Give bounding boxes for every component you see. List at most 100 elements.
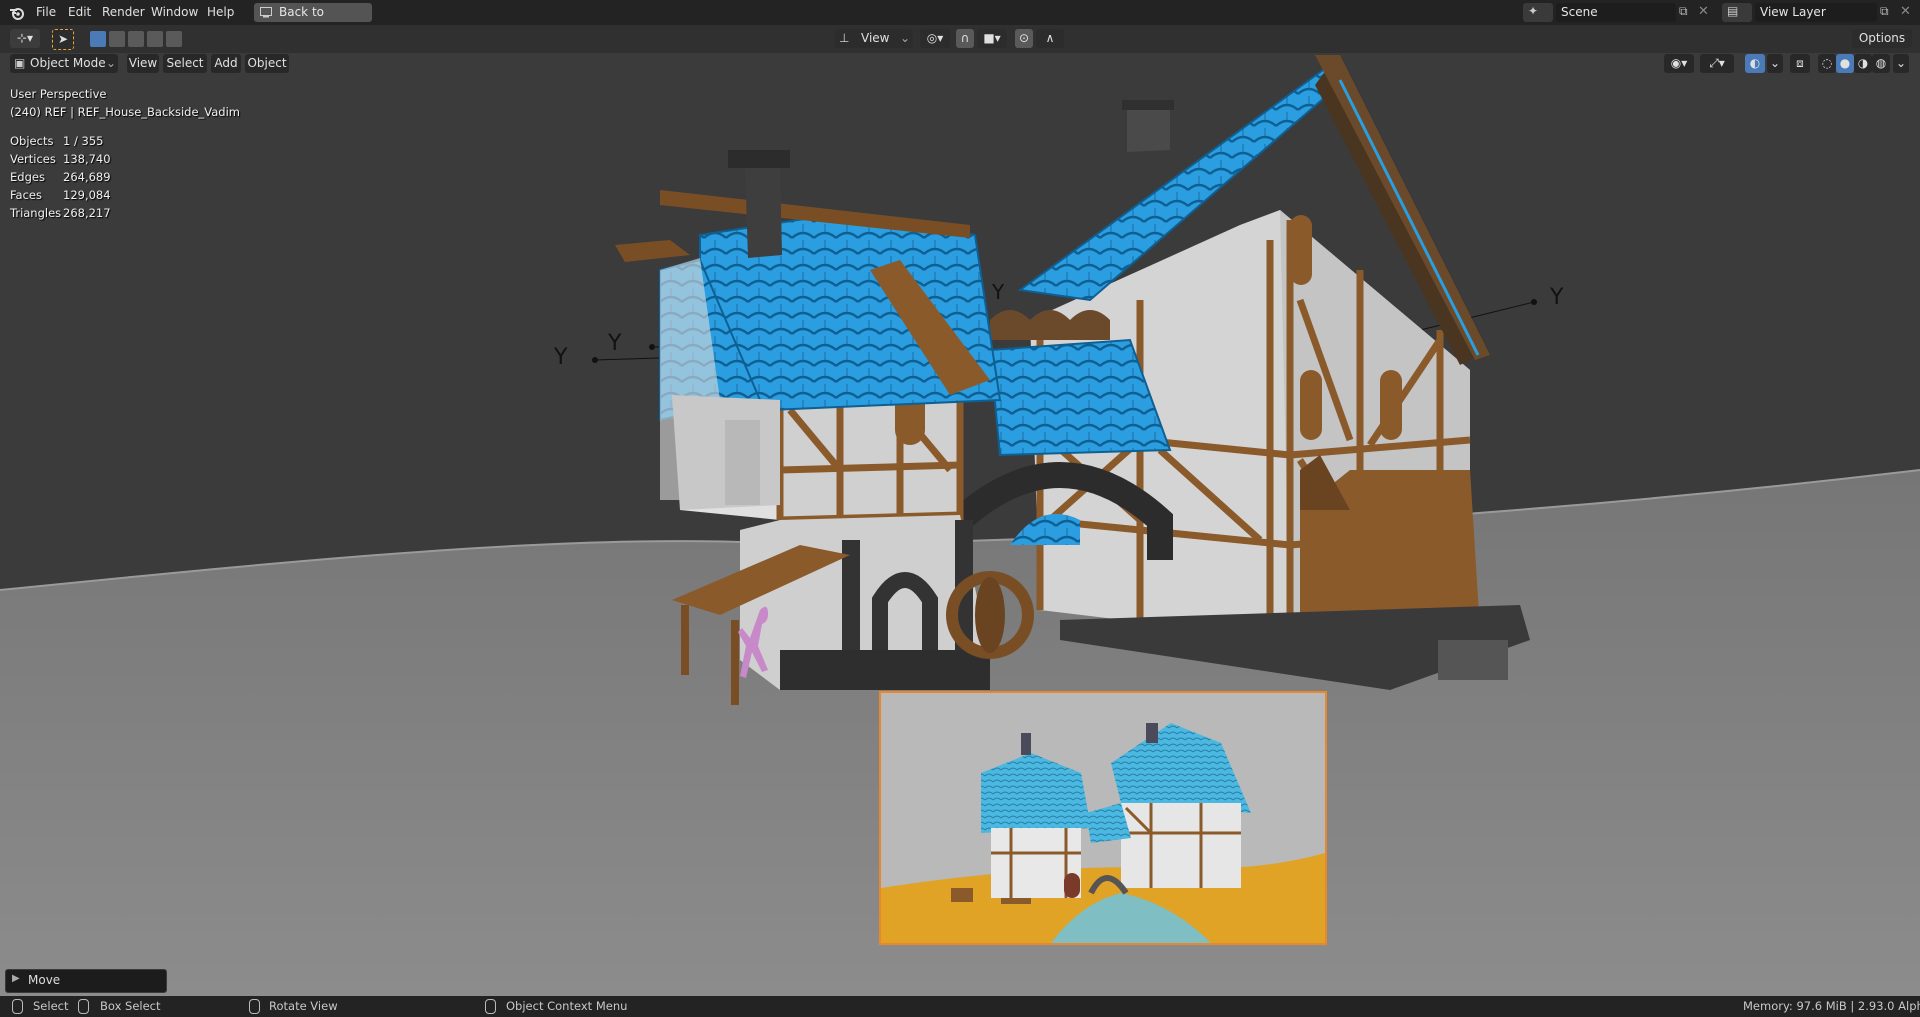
overlays-toggle[interactable]: ◐ [1745, 54, 1765, 73]
scene-name-field[interactable]: Scene [1556, 3, 1676, 22]
view-layer-field[interactable]: View Layer [1755, 3, 1877, 22]
menu-view[interactable]: View [127, 54, 159, 73]
snap-target-dropdown[interactable]: ■▾ [977, 29, 1007, 48]
select-invert-icon[interactable] [147, 31, 163, 47]
visibility-dropdown[interactable]: ◉▾ [1664, 54, 1694, 73]
active-object-label: (240) REF | REF_House_Backside_Vadim [10, 105, 240, 119]
empty-axis-label: Y [1550, 285, 1564, 310]
gizmo-icon: ⤢▾ [1709, 56, 1725, 70]
status-rotate-view: Rotate View [269, 999, 338, 1013]
shading-rendered[interactable]: ◍ [1872, 54, 1890, 73]
select-extend-icon[interactable] [109, 31, 125, 47]
menu-object[interactable]: Object [245, 54, 289, 73]
view-layer-browse-button[interactable]: ▤ [1722, 3, 1752, 22]
magnet-icon: ∩ [960, 31, 970, 45]
xray-icon: ⧈ [1796, 56, 1804, 70]
new-scene-icon[interactable]: ⧉ [1679, 4, 1695, 20]
xray-toggle[interactable]: ⧈ [1790, 54, 1810, 73]
mouse-left-icon [12, 999, 23, 1014]
3d-viewport[interactable]: Y Y Y Y User Perspective (240) REF | REF… [0, 53, 1920, 996]
select-intersect-icon[interactable] [166, 31, 182, 47]
gizmo-dropdown[interactable]: ⤢▾ [1700, 54, 1734, 73]
material-sphere-icon: ◑ [1857, 56, 1869, 70]
menu-window[interactable]: Window [151, 4, 198, 21]
empty-axis-label: Y [554, 345, 568, 370]
shading-material[interactable]: ◑ [1854, 54, 1872, 73]
tool-settings-bar: ⊹▾ ➤ ⊥ View ⌄ ◎▾ ∩ ■▾ ⊙ ∧ Options ⌄ [0, 25, 1920, 64]
object-mode-icon: ▣ [14, 56, 26, 70]
mouse-right-icon [485, 999, 496, 1014]
cursor-icon: ➤ [57, 32, 69, 46]
status-bar: Select Box Select Rotate View Object Con… [0, 996, 1920, 1017]
status-context-menu: Object Context Menu [506, 999, 628, 1013]
shading-solid[interactable]: ● [1836, 54, 1854, 73]
snap-increment-icon: ■▾ [983, 31, 1001, 45]
transform-orientation-dropdown[interactable]: ⊥ View ⌄ [835, 29, 913, 48]
chevron-down-icon: ⌄ [1895, 56, 1907, 70]
snap-toggle[interactable]: ∩ [956, 29, 974, 48]
stat-label: Triangles [10, 206, 62, 220]
mode-value: Object Mode [30, 56, 106, 70]
falloff-dropdown[interactable]: ∧ [1036, 29, 1064, 48]
scene-browse-button[interactable]: ✦ [1523, 3, 1553, 22]
status-select: Select [33, 999, 69, 1013]
stat-value: 1 / 355 [63, 134, 104, 148]
orientation-icon: ⊥ [839, 31, 850, 45]
scene-name-value: Scene [1561, 5, 1598, 19]
axis-icon: ⊹▾ [16, 31, 34, 45]
stat-label: Objects [10, 134, 54, 148]
select-subtract-icon[interactable] [128, 31, 144, 47]
menu-edit[interactable]: Edit [68, 4, 91, 21]
select-new-icon[interactable] [90, 31, 106, 47]
chevron-down-icon: ⌄ [900, 31, 911, 45]
viewport-header: ▣ Object Mode ⌄ View Select Add Object ◉… [0, 53, 1920, 75]
menu-render[interactable]: Render [102, 4, 145, 21]
screen-icon [260, 7, 272, 18]
transform-orientation-value: View [861, 31, 890, 45]
new-layer-icon[interactable]: ⧉ [1880, 4, 1889, 19]
empty-axis-label: Y [608, 331, 622, 356]
stat-label: Faces [10, 188, 42, 202]
back-to-previous-button[interactable]: Back to Previous [254, 3, 372, 38]
layers-icon: ▤ [1727, 4, 1739, 18]
overlays-icon: ◐ [1749, 56, 1761, 70]
blender-logo-icon[interactable] [8, 4, 26, 21]
mode-dropdown[interactable]: ▣ Object Mode ⌄ [10, 54, 118, 73]
options-dropdown[interactable]: Options ⌄ [1852, 29, 1912, 64]
menu-file[interactable]: File [36, 4, 56, 21]
editor-type-button[interactable]: ⊹▾ [10, 29, 40, 48]
chevron-down-icon: ⌄ [106, 56, 117, 70]
view-perspective-label: User Perspective [10, 87, 107, 101]
stat-value: 138,740 [63, 152, 111, 166]
shading-wireframe[interactable]: ◌ [1818, 54, 1836, 73]
menu-help[interactable]: Help [207, 4, 234, 21]
stat-value: 129,084 [63, 188, 111, 202]
stat-value: 264,689 [63, 170, 111, 184]
wireframe-sphere-icon: ◌ [1821, 56, 1833, 70]
close-icon[interactable]: ✕ [1900, 4, 1911, 19]
menu-select[interactable]: Select [163, 54, 207, 73]
empty-axis-label: Y [992, 280, 1005, 304]
status-box-select: Box Select [100, 999, 161, 1013]
reference-image[interactable] [879, 691, 1327, 945]
chevron-down-icon: ⌄ [1769, 56, 1781, 70]
close-icon[interactable]: ✕ [1698, 4, 1709, 19]
proportional-edit-toggle[interactable]: ⊙ [1015, 29, 1033, 48]
select-tool-button[interactable]: ➤ [52, 29, 74, 50]
scene-icon: ✦ [1528, 4, 1539, 18]
menu-add[interactable]: Add [211, 54, 241, 73]
mouse-middle-icon [249, 999, 260, 1014]
pivot-point-dropdown[interactable]: ◎▾ [920, 29, 950, 48]
top-menu-bar: File Edit Render Window Help Back to Pre… [0, 0, 1920, 38]
status-memory: Memory: 97.6 MiB | 2.93.0 Alpha [1743, 999, 1920, 1013]
chevron-right-icon: ▶ [12, 973, 20, 984]
stat-value: 268,217 [63, 206, 111, 220]
rendered-sphere-icon: ◍ [1875, 56, 1887, 70]
falloff-curve-icon: ∧ [1045, 31, 1055, 45]
mouse-middle-icon [78, 999, 89, 1014]
shading-dropdown[interactable]: ⌄ [1893, 54, 1909, 73]
overlays-dropdown[interactable]: ⌄ [1767, 54, 1783, 73]
reference-image-render [881, 693, 1325, 943]
view-layer-value: View Layer [1760, 5, 1826, 19]
last-operation-panel[interactable]: ▶ Move [5, 969, 167, 993]
